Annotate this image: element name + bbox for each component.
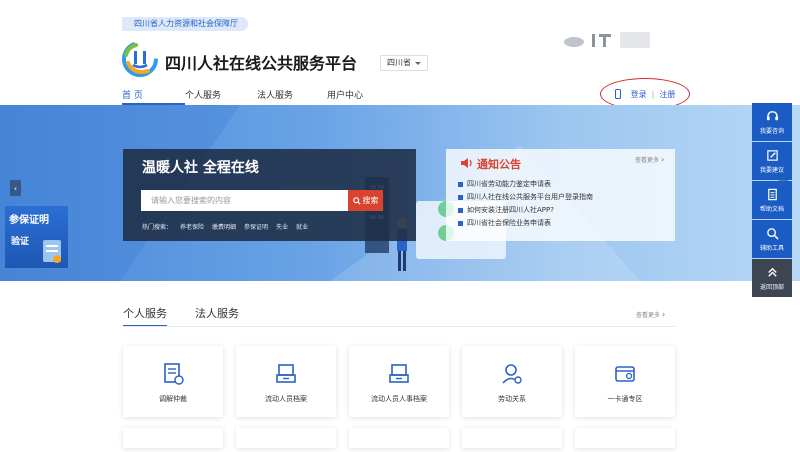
service-card-placeholder[interactable]	[123, 428, 223, 448]
search-button-label: 搜索	[362, 196, 379, 205]
service-card-label: 流动人员档案	[265, 395, 307, 403]
service-card-label: 调解仲裁	[159, 395, 187, 403]
tab-personal-services[interactable]: 个人服务	[123, 305, 167, 327]
province-select[interactable]: 四川省	[380, 55, 428, 71]
weather-widget	[564, 32, 650, 48]
consult-button[interactable]: 我要咨询	[752, 103, 792, 141]
service-cards-second-row	[123, 428, 675, 448]
service-card-labor-relations[interactable]: 劳动关系	[462, 346, 562, 417]
login-separator: |	[651, 89, 655, 99]
suggestion-button[interactable]: 我要建议	[752, 142, 792, 180]
promo-subtitle: 验证	[11, 237, 30, 247]
suggestion-label: 我要建议	[759, 166, 784, 174]
hot-term[interactable]: 参保证明	[244, 222, 268, 231]
register-link[interactable]: 注册	[659, 89, 675, 100]
site-title: 四川人社在线公共服务平台	[165, 54, 358, 73]
speaker-icon	[461, 158, 472, 168]
nav-user-center[interactable]: 用户中心	[327, 88, 387, 105]
nav-home[interactable]: 首 页	[122, 88, 185, 105]
hot-term[interactable]: 养老保险	[180, 222, 204, 231]
mediation-icon	[164, 363, 184, 385]
notice-item[interactable]: 如何安装注册四川人社APP?	[458, 204, 593, 217]
department-tag: 四川省人力资源和社会保障厅	[122, 17, 248, 31]
promo-title: 参保证明	[9, 215, 49, 226]
login-link[interactable]: 登录	[631, 89, 647, 100]
service-card-placeholder[interactable]	[349, 428, 449, 448]
search-icon-small	[352, 196, 361, 205]
hot-term[interactable]: 缴费明细	[212, 222, 236, 231]
chevron-right-icon: ›	[661, 310, 666, 319]
chevron-right-icon: ›	[660, 155, 665, 164]
nav-personal-services[interactable]: 个人服务	[185, 88, 257, 105]
search-input[interactable]: 请输入您要搜索的内容	[141, 190, 349, 211]
certificate-illustration-icon	[43, 240, 61, 263]
service-card-label: 一卡通专区	[607, 395, 643, 403]
caret-down-icon	[415, 61, 421, 65]
site-logo-icon	[122, 41, 158, 77]
user-icon	[502, 364, 522, 384]
archive-icon	[276, 364, 296, 383]
document-icon	[767, 188, 777, 200]
service-card-placeholder[interactable]	[462, 428, 562, 448]
page: 四川省人力资源和社会保障厅 四川人社在线公共服务平台 四川省 首 页 个人服务 …	[0, 0, 800, 452]
notice-item[interactable]: 四川省社会保险业务申请表	[458, 217, 593, 230]
service-card-placeholder[interactable]	[575, 428, 675, 448]
service-card-placeholder[interactable]	[236, 428, 336, 448]
help-docs-label: 帮助文档	[759, 205, 784, 213]
service-tabs: 个人服务 法人服务	[123, 305, 239, 327]
services-more-label: 查看更多	[636, 312, 661, 319]
tab-corporate-services[interactable]: 法人服务	[195, 305, 239, 327]
service-card-floating-archive[interactable]: 流动人员档案	[236, 346, 336, 417]
accessibility-tools-button[interactable]: 辅助工具	[752, 220, 792, 258]
banner-slogan: 温暖人社 全程在线	[142, 160, 259, 176]
service-card-one-card[interactable]: 一卡通专区	[575, 346, 675, 417]
search-button[interactable]: 搜索	[348, 190, 383, 211]
search-icon	[766, 227, 779, 240]
card-icon	[615, 366, 635, 382]
headset-icon	[766, 110, 778, 120]
notice-item[interactable]: 四川省劳动能力鉴定申请表	[458, 178, 593, 191]
service-cards: 调解仲裁 流动人员档案 流动人员人事档案 劳动关系 一卡通专区	[123, 346, 675, 417]
phone-icon[interactable]	[614, 89, 621, 99]
hot-term[interactable]: 失业	[276, 222, 288, 231]
back-to-top-button[interactable]: 返回顶部	[752, 259, 792, 297]
notice-title: 通知公告	[477, 158, 521, 171]
service-card-mediation[interactable]: 调解仲裁	[123, 346, 223, 417]
carousel-prev-button[interactable]: ‹	[10, 180, 21, 196]
insurance-certificate-promo[interactable]: 参保证明 验证	[5, 206, 68, 268]
accessibility-tools-label: 辅助工具	[759, 244, 784, 252]
right-toolbar: 我要咨询 我要建议 帮助文档 辅助工具 返回顶部	[752, 103, 792, 298]
services-more-link[interactable]: 查看更多 ›	[636, 310, 665, 319]
consult-label: 我要咨询	[759, 127, 784, 135]
main-nav: 首 页 个人服务 法人服务 用户中心	[122, 88, 387, 105]
hot-search-label: 热门搜索：	[142, 224, 173, 231]
notice-item[interactable]: 四川人社在线公共服务平台用户登录指南	[458, 191, 593, 204]
notice-list: 四川省劳动能力鉴定申请表 四川人社在线公共服务平台用户登录指南 如何安装注册四川…	[458, 178, 593, 230]
back-to-top-label: 返回顶部	[759, 283, 784, 291]
help-docs-button[interactable]: 帮助文档	[752, 181, 792, 219]
nav-corporate-services[interactable]: 法人服务	[257, 88, 327, 105]
notice-more-link[interactable]: 查看更多 ›	[635, 155, 664, 164]
service-card-label: 劳动关系	[498, 395, 526, 403]
service-card-label: 流动人员人事档案	[371, 395, 427, 403]
double-chevron-up-icon	[767, 267, 777, 277]
hot-search: 热门搜索： 养老保险 缴费明细 参保证明 失业 就业	[142, 222, 308, 231]
edit-icon	[766, 149, 778, 161]
province-select-value: 四川省	[387, 58, 411, 67]
tabs-divider	[123, 326, 675, 327]
personnel-archive-icon	[389, 364, 409, 383]
notice-more-label: 查看更多	[635, 157, 660, 164]
service-card-personnel-archive[interactable]: 流动人员人事档案	[349, 346, 449, 417]
hot-term[interactable]: 就业	[296, 222, 308, 231]
